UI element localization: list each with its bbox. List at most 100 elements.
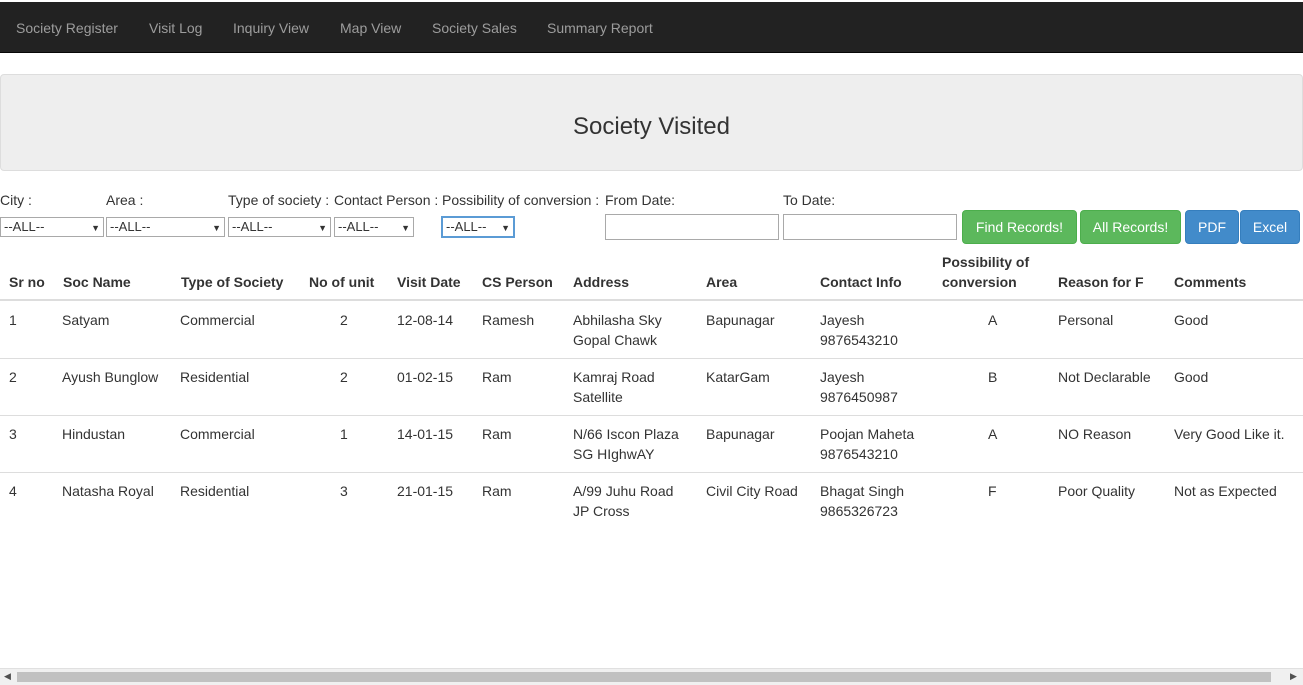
header-no-of-unit: No of unit <box>309 274 375 290</box>
cell-sr: 4 <box>9 483 17 499</box>
cell-reason: Not Declarable <box>1058 369 1151 385</box>
cell-soc-name: Ayush Bunglow <box>62 369 159 385</box>
type-of-society-label: Type of society : <box>228 192 330 208</box>
header-soc-name: Soc Name <box>63 274 131 290</box>
caret-down-icon: ▼ <box>91 223 100 233</box>
cell-contact-name: Bhagat Singh <box>820 483 905 499</box>
possibility-select-value: --ALL-- <box>446 219 487 234</box>
horizontal-scrollbar[interactable]: ◀ ▶ <box>0 668 1303 685</box>
cell-cs-person: Ram <box>482 369 512 385</box>
cell-type: Commercial <box>180 426 255 442</box>
cell-contact-phone: 9876543210 <box>820 446 898 462</box>
cell-units: 2 <box>340 312 348 328</box>
scroll-left-icon[interactable]: ◀ <box>4 671 11 682</box>
cell-cs-person: Ram <box>482 483 512 499</box>
cell-area: Bapunagar <box>706 426 775 442</box>
cell-possibility: B <box>988 369 998 385</box>
to-date-input[interactable] <box>783 214 957 240</box>
city-select[interactable]: --ALL-- ▼ <box>0 217 104 237</box>
nav-society-sales[interactable]: Society Sales <box>432 20 517 36</box>
cell-address-line2: Gopal Chawk <box>573 332 658 348</box>
from-date-label: From Date: <box>605 192 676 208</box>
area-select-value: --ALL-- <box>110 219 151 234</box>
cell-address-line1: N/66 Iscon Plaza <box>573 426 679 442</box>
cell-type: Residential <box>180 369 250 385</box>
cell-possibility: A <box>988 312 998 328</box>
type-select-value: --ALL-- <box>232 219 273 234</box>
cell-possibility: F <box>988 483 997 499</box>
cell-soc-name: Satyam <box>62 312 110 328</box>
header-type-of-society: Type of Society <box>181 274 284 290</box>
cell-address-line1: Abhilasha Sky <box>573 312 662 328</box>
row-divider <box>0 358 1303 359</box>
cell-address-line2: SG HIghwAY <box>573 446 655 462</box>
cell-sr: 3 <box>9 426 17 442</box>
header-possibility-line1: Possibility of <box>942 254 1030 270</box>
possibility-select[interactable]: --ALL-- ▼ <box>441 216 515 238</box>
cell-comments: Very Good Like it. <box>1174 426 1285 442</box>
cell-contact-phone: 9876543210 <box>820 332 898 348</box>
area-label: Area : <box>106 192 144 208</box>
cell-soc-name: Natasha Royal <box>62 483 154 499</box>
cell-contact-name: Poojan Maheta <box>820 426 915 442</box>
cell-possibility: A <box>988 426 998 442</box>
cell-address-line2: JP Cross <box>573 503 630 519</box>
scrollbar-thumb[interactable] <box>17 672 1271 682</box>
header-visit-date: Visit Date <box>397 274 461 290</box>
top-navbar: Society Register Visit Log Inquiry View … <box>0 2 1303 53</box>
type-of-society-select[interactable]: --ALL-- ▼ <box>228 217 331 237</box>
cell-visit-date: 12-08-14 <box>397 312 454 328</box>
find-records-button[interactable]: Find Records! <box>962 210 1077 244</box>
cell-address-line1: Kamraj Road <box>573 369 655 385</box>
all-records-button[interactable]: All Records! <box>1080 210 1181 244</box>
cell-area: Civil City Road <box>706 483 798 499</box>
cell-comments: Good <box>1174 312 1209 328</box>
nav-inquiry-view[interactable]: Inquiry View <box>233 20 309 36</box>
cell-sr: 1 <box>9 312 17 328</box>
cell-sr: 2 <box>9 369 17 385</box>
header-address: Address <box>573 274 630 290</box>
caret-down-icon: ▼ <box>318 223 327 233</box>
pdf-button[interactable]: PDF <box>1185 210 1239 244</box>
cell-comments: Not as Expected <box>1174 483 1277 499</box>
contact-person-select[interactable]: --ALL-- ▼ <box>334 217 414 237</box>
title-panel: Society Visited <box>0 74 1303 171</box>
cell-visit-date: 01-02-15 <box>397 369 454 385</box>
cell-units: 2 <box>340 369 348 385</box>
cell-area: Bapunagar <box>706 312 775 328</box>
row-divider <box>0 415 1303 416</box>
cell-units: 1 <box>340 426 348 442</box>
cell-contact-phone: 9876450987 <box>820 389 898 405</box>
cell-area: KatarGam <box>706 369 770 385</box>
caret-down-icon: ▼ <box>212 223 221 233</box>
cell-soc-name: Hindustan <box>62 426 126 442</box>
city-select-value: --ALL-- <box>4 219 45 234</box>
area-select[interactable]: --ALL-- ▼ <box>106 217 225 237</box>
cell-visit-date: 14-01-15 <box>397 426 454 442</box>
contact-select-value: --ALL-- <box>338 219 379 234</box>
header-divider <box>0 299 1303 301</box>
header-reason: Reason for F <box>1058 274 1144 290</box>
header-contact-info: Contact Info <box>820 274 902 290</box>
cell-units: 3 <box>340 483 348 499</box>
cell-reason: Personal <box>1058 312 1114 328</box>
to-date-label: To Date: <box>783 192 836 208</box>
nav-summary-report[interactable]: Summary Report <box>547 20 653 36</box>
cell-address-line2: Satellite <box>573 389 623 405</box>
nav-visit-log[interactable]: Visit Log <box>149 20 202 36</box>
from-date-input[interactable] <box>605 214 779 240</box>
header-area: Area <box>706 274 738 290</box>
header-possibility-line2: conversion <box>942 274 1017 290</box>
nav-society-register[interactable]: Society Register <box>16 20 118 36</box>
caret-down-icon: ▼ <box>501 223 510 233</box>
excel-button[interactable]: Excel <box>1240 210 1300 244</box>
caret-down-icon: ▼ <box>401 223 410 233</box>
row-divider <box>0 472 1303 473</box>
cell-cs-person: Ramesh <box>482 312 535 328</box>
nav-map-view[interactable]: Map View <box>340 20 401 36</box>
cell-type: Commercial <box>180 312 255 328</box>
scroll-right-icon[interactable]: ▶ <box>1290 671 1297 682</box>
header-comments: Comments <box>1174 274 1247 290</box>
page-title: Society Visited <box>573 113 730 140</box>
cell-visit-date: 21-01-15 <box>397 483 454 499</box>
